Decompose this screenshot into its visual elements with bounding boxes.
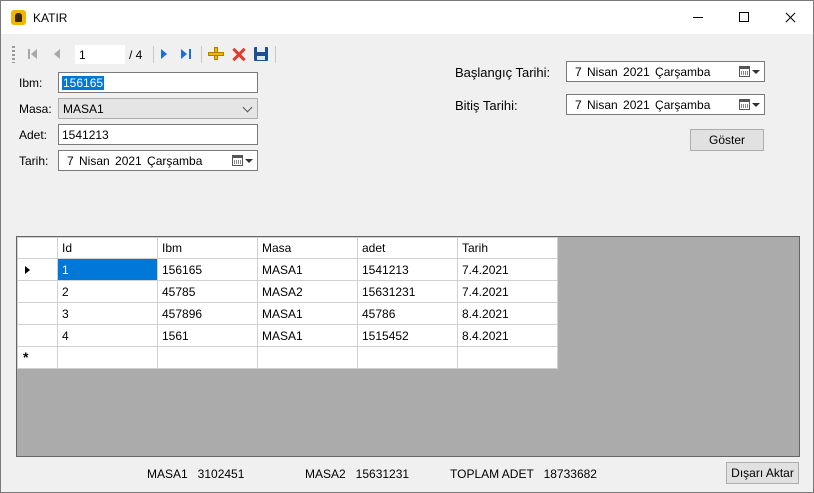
- move-next-icon[interactable]: [155, 45, 173, 63]
- table-cell[interactable]: [157, 346, 258, 369]
- tarih-date-picker[interactable]: 7 Nisan 2021 Çarşamba: [58, 150, 258, 171]
- table-cell[interactable]: MASA1: [257, 324, 358, 347]
- add-new-icon[interactable]: [207, 45, 225, 63]
- row-header[interactable]: [17, 280, 58, 303]
- start-date-picker[interactable]: 7 Nisan 2021 Çarşamba: [566, 61, 765, 82]
- masa-value: MASA1: [63, 102, 104, 116]
- start-date-value: 7 Nisan 2021 Çarşamba: [575, 65, 711, 79]
- dropdown-arrow-icon: [245, 159, 253, 163]
- end-date-value: 7 Nisan 2021 Çarşamba: [575, 98, 711, 112]
- column-header-tarih[interactable]: Tarih: [457, 237, 558, 259]
- tarih-value: 7 Nisan 2021 Çarşamba: [67, 154, 203, 168]
- minimize-icon[interactable]: [675, 1, 721, 34]
- row-header[interactable]: [17, 258, 58, 281]
- table-cell[interactable]: 45786: [357, 302, 458, 325]
- toolbar-separator: [153, 46, 154, 63]
- row-header[interactable]: [17, 302, 58, 325]
- row-header-corner[interactable]: [17, 237, 58, 259]
- close-icon[interactable]: [767, 1, 813, 34]
- maximize-icon[interactable]: [721, 1, 767, 34]
- table-cell[interactable]: 7.4.2021: [457, 258, 558, 281]
- table-cell[interactable]: 15631231: [357, 280, 458, 303]
- table-cell[interactable]: [357, 346, 458, 369]
- table-cell[interactable]: 1: [57, 258, 158, 281]
- table-cell[interactable]: 2: [57, 280, 158, 303]
- table-cell[interactable]: 1561: [157, 324, 258, 347]
- table-cell[interactable]: 7.4.2021: [457, 280, 558, 303]
- column-header-masa[interactable]: Masa: [257, 237, 358, 259]
- chevron-down-icon: [242, 102, 253, 113]
- show-button[interactable]: Göster: [690, 129, 764, 151]
- data-grid[interactable]: Id Ibm Masa adet Tarih 1 156165 MASA1 15…: [16, 236, 800, 457]
- masa-label: Masa:: [19, 102, 52, 116]
- toolbar-grip[interactable]: [12, 46, 15, 63]
- adet-label: Adet:: [19, 128, 48, 142]
- dropdown-arrow-icon: [752, 70, 760, 74]
- table-cell[interactable]: 156165: [157, 258, 258, 281]
- main-window: KATIR 1 / 4 Ibm: 156165 Masa: MASA1 Adet…: [0, 0, 814, 493]
- table-cell[interactable]: [457, 346, 558, 369]
- end-date-label: Bitiş Tarihi:: [455, 98, 518, 113]
- save-icon[interactable]: [252, 45, 270, 63]
- toolbar-separator: [201, 46, 202, 63]
- calendar-icon: [739, 66, 750, 77]
- adet-field[interactable]: 1541213: [58, 124, 258, 145]
- table-row[interactable]: 3 457896 MASA1 45786 8.4.2021: [17, 302, 558, 325]
- start-date-label: Başlangıç Tarihi:: [455, 65, 551, 80]
- table-cell[interactable]: 457896: [157, 302, 258, 325]
- tarih-label: Tarih:: [19, 154, 49, 168]
- table-cell[interactable]: 8.4.2021: [457, 324, 558, 347]
- position-input[interactable]: 1: [75, 45, 125, 64]
- data-table: Id Ibm Masa adet Tarih 1 156165 MASA1 15…: [17, 237, 558, 369]
- toolbar-separator: [275, 46, 276, 63]
- table-cell[interactable]: 45785: [157, 280, 258, 303]
- new-row[interactable]: *: [17, 346, 558, 369]
- end-date-picker[interactable]: 7 Nisan 2021 Çarşamba: [566, 94, 765, 115]
- row-header[interactable]: [17, 324, 58, 347]
- table-cell[interactable]: MASA1: [257, 302, 358, 325]
- current-row-icon: [25, 266, 30, 274]
- move-previous-icon[interactable]: [49, 45, 67, 63]
- grand-total-label: TOPLAM ADET 18733682: [450, 467, 597, 481]
- masa2-total-label: MASA2 15631231: [305, 467, 410, 481]
- table-cell[interactable]: [257, 346, 358, 369]
- binding-navigator: 1 / 4: [9, 43, 279, 67]
- dropdown-arrow-icon: [752, 103, 760, 107]
- export-button[interactable]: Dışarı Aktar: [726, 462, 799, 484]
- table-cell[interactable]: 1541213: [357, 258, 458, 281]
- masa-combobox[interactable]: MASA1: [58, 98, 258, 119]
- table-cell[interactable]: [57, 346, 158, 369]
- table-cell[interactable]: 1515452: [357, 324, 458, 347]
- calendar-icon: [739, 99, 750, 110]
- adet-value: 1541213: [62, 128, 109, 142]
- move-first-icon[interactable]: [25, 45, 43, 63]
- delete-icon[interactable]: [230, 45, 248, 63]
- table-cell[interactable]: 4: [57, 324, 158, 347]
- move-last-icon[interactable]: [177, 45, 195, 63]
- window-title: KATIR: [33, 11, 68, 25]
- masa1-total-label: MASA1 3102451: [147, 467, 245, 481]
- title-bar: KATIR: [1, 1, 813, 34]
- table-row[interactable]: 2 45785 MASA2 15631231 7.4.2021: [17, 280, 558, 303]
- new-row-marker: *: [23, 349, 29, 365]
- ibm-label: Ibm:: [19, 76, 43, 90]
- column-header-ibm[interactable]: Ibm: [157, 237, 258, 259]
- table-row[interactable]: 4 1561 MASA1 1515452 8.4.2021: [17, 324, 558, 347]
- ibm-value: 156165: [62, 76, 105, 90]
- app-icon: [11, 10, 26, 25]
- table-cell[interactable]: MASA1: [257, 258, 358, 281]
- calendar-icon: [232, 155, 243, 166]
- row-header[interactable]: *: [17, 346, 58, 369]
- table-cell[interactable]: 3: [57, 302, 158, 325]
- column-header-id[interactable]: Id: [57, 237, 158, 259]
- table-cell[interactable]: MASA2: [257, 280, 358, 303]
- header-row: Id Ibm Masa adet Tarih: [17, 237, 558, 259]
- ibm-field[interactable]: 156165: [58, 72, 258, 93]
- table-row[interactable]: 1 156165 MASA1 1541213 7.4.2021: [17, 258, 558, 281]
- column-header-adet[interactable]: adet: [357, 237, 458, 259]
- table-cell[interactable]: 8.4.2021: [457, 302, 558, 325]
- record-count-label: / 4: [129, 48, 143, 62]
